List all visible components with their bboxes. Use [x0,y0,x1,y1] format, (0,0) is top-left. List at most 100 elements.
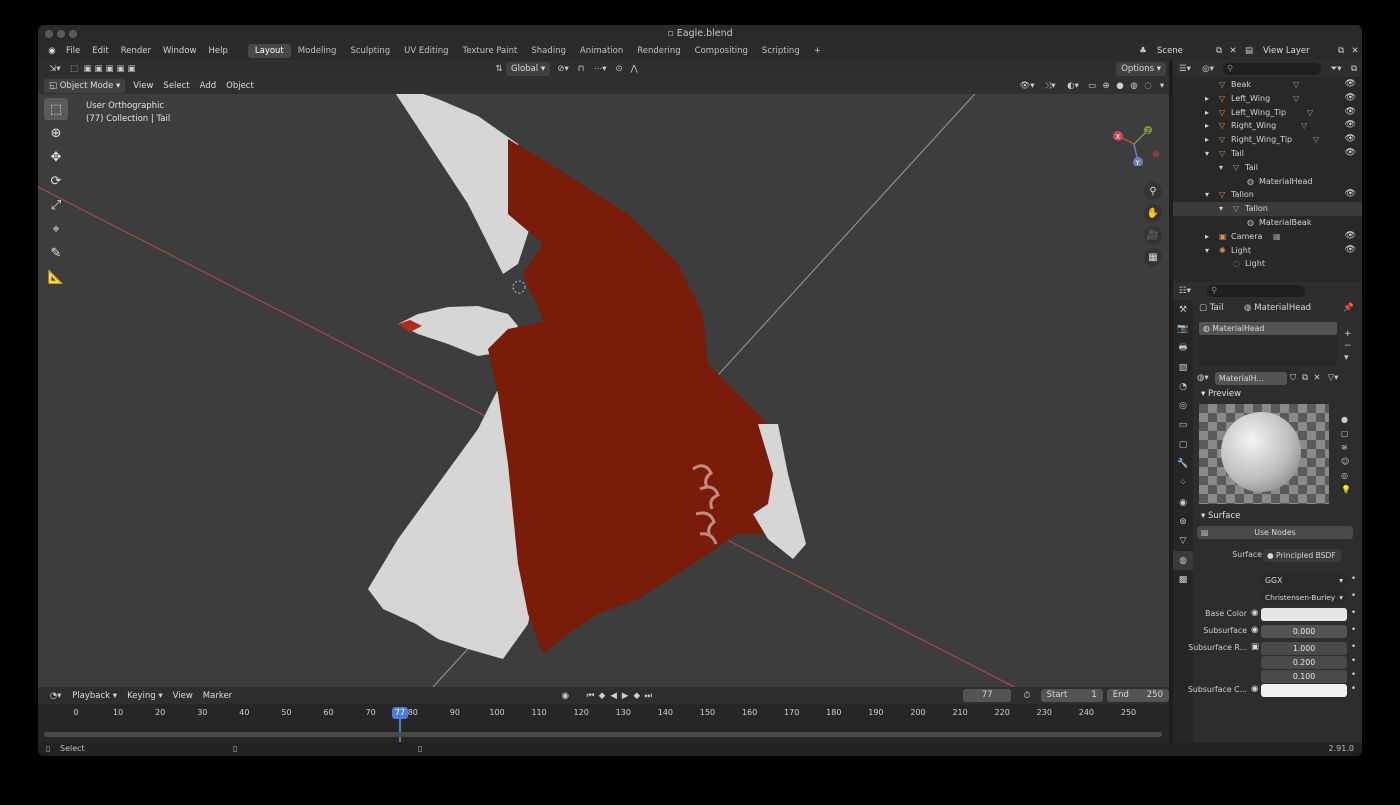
proportional-edit-icon[interactable]: ⊙ [611,64,627,74]
viewport-menu-object[interactable]: Object [221,79,259,93]
base-color-socket-icon[interactable]: ◉ [1251,608,1258,618]
preview-range-icon[interactable]: ⏱ [1017,691,1036,701]
transform-tool[interactable]: ⌖ [44,218,68,240]
expand-arrow-icon[interactable]: ▸ [1205,92,1209,106]
zoom-icon[interactable]: ⚲ [1144,182,1162,200]
preview-monkey-icon[interactable]: ☺ [1341,455,1351,469]
use-nodes-button[interactable]: ▤ Use Nodes [1197,526,1353,539]
view-layer-tab-icon[interactable]: ▨ [1173,358,1193,377]
play-icon[interactable]: ▶ [619,691,631,701]
expand-arrow-icon[interactable]: ▸ [1205,230,1209,244]
subsurface-method-dropdown[interactable]: Christensen-Burley ▾ [1261,591,1347,604]
preview-hair-icon[interactable]: ≋ [1341,441,1351,455]
start-frame-field[interactable]: Start 1 [1040,689,1103,702]
select-mode-extend-icon[interactable]: ▣ [93,64,104,74]
play-reverse-icon[interactable]: ◀ [608,691,620,701]
expand-arrow-icon[interactable]: ▸ [1205,133,1209,147]
outliner-row-left-wing[interactable]: ▸ ▽ Left_Wing ▽ 👁 [1173,92,1362,106]
playhead[interactable]: 77 [392,707,408,719]
pivot-point-icon[interactable]: ⊘▾ [553,64,573,74]
add-slot-icon[interactable]: + [1344,328,1352,340]
timeline-editor-type-icon[interactable]: ◔▾ [44,691,67,701]
transform-orientation-dropdown[interactable]: Global ▾ [506,61,551,76]
physics-tab-icon[interactable]: ◉ [1173,493,1193,512]
surface-panel-header[interactable]: ▾ Surface [1193,508,1362,524]
subsurface-socket-icon[interactable]: ◉ [1251,625,1258,635]
outliner-row-tallon-mesh[interactable]: ▾ ▽ Tallon [1173,202,1362,216]
menu-help[interactable]: Help [202,42,233,60]
world-tab-icon[interactable]: ◎ [1173,396,1193,415]
visibility-eye-icon[interactable]: 👁 [1345,133,1356,147]
outliner-row-camera[interactable]: ▸ ▣ Camera ▦ 👁 [1173,230,1362,244]
proportional-falloff-icon[interactable]: ⋀ [627,64,641,74]
annotate-tool[interactable]: ✎ [44,242,68,264]
base-color-swatch[interactable] [1261,608,1347,621]
surface-shader-field[interactable]: ● Principled BSDF [1263,549,1341,562]
material-name-field[interactable]: MaterialH... [1215,371,1287,385]
view-layer-icon[interactable]: ▤ [1240,46,1258,56]
visibility-eye-icon[interactable]: 👁 [1345,119,1356,133]
preview-sphere-icon[interactable]: ● [1341,413,1351,427]
preview-cube-icon[interactable]: ▢ [1341,427,1351,441]
visibility-eye-icon[interactable]: 👁 [1345,78,1356,92]
add-workspace-button[interactable]: + [807,44,828,58]
current-frame-field[interactable]: 77 [963,689,1012,702]
display-mode-icon[interactable]: ◎▾ [1197,64,1219,74]
modifiers-tab-icon[interactable]: 🔧 [1173,454,1193,473]
workspace-tab-layout[interactable]: Layout [247,44,291,58]
material-browse-icon[interactable]: ◍▾ [1197,373,1215,383]
shading-solid-icon[interactable]: ● [1113,81,1127,91]
workspace-tab-animation[interactable]: Animation [573,44,630,58]
cursor-tool[interactable]: ⊕ [44,122,68,144]
visibility-eye-icon[interactable]: 👁 [1345,92,1356,106]
xray-icon[interactable]: ▭ [1085,81,1099,91]
subsurface-radius-socket-icon[interactable]: ▣ [1251,642,1259,652]
navigation-gizmo[interactable]: X Y Z [1106,116,1166,166]
select-box-icon[interactable]: ⬚ [66,64,82,74]
options-dropdown[interactable]: Options ▾ [1116,61,1166,76]
scene-icon[interactable]: ♣ [1134,46,1152,56]
preview-world-icon[interactable]: ◎ [1341,469,1351,483]
workspace-tab-scripting[interactable]: Scripting [755,44,807,58]
auto-keying-icon[interactable]: ◉ [556,691,575,701]
menu-render[interactable]: Render [115,42,157,60]
end-frame-field[interactable]: End 250 [1106,689,1169,702]
outliner-row-material-beak[interactable]: ◍ MaterialBeak [1173,216,1362,230]
outliner-row-right-wing[interactable]: ▸ ▽ Right_Wing ▽ 👁 [1173,119,1362,133]
scene-close-icon[interactable]: ✕ [1226,46,1240,56]
collapse-arrow-icon[interactable]: ▾ [1205,147,1209,161]
subsurface-color-swatch[interactable] [1261,684,1347,697]
collection-tab-icon[interactable]: ▭ [1173,416,1193,435]
jump-keyframe-forward-icon[interactable]: ◆ [631,691,643,701]
visibility-eye-icon[interactable]: 👁 [1345,188,1356,202]
pin-icon[interactable]: 📌 [1343,300,1354,316]
object-tab-icon[interactable]: ▢ [1173,435,1193,454]
workspace-tab-sculpting[interactable]: Sculpting [343,44,397,58]
menu-edit[interactable]: Edit [86,42,114,60]
properties-search-input[interactable]: ⚲ [1207,284,1305,297]
preview-light-icon[interactable]: 💡 [1341,483,1351,497]
close-window-button[interactable] [45,30,53,38]
data-tab-icon[interactable]: ▽ [1173,532,1193,551]
fake-user-icon[interactable]: ⛉ [1287,373,1299,383]
particles-tab-icon[interactable]: ⁘ [1173,474,1193,493]
subsurface-field[interactable]: 0.000 [1261,625,1347,638]
timeline-menu-keying[interactable]: Keying ▾ [122,689,168,703]
outliner-row-light[interactable]: ▾ ✺ Light 👁 [1173,244,1362,258]
3d-viewport[interactable]: ⬚ ⊕ ✥ ⟳ ⤢ ⌖ ✎ 📐 User Orthographic (77) C… [38,94,1169,687]
shading-rendered-icon[interactable]: ◌ [1141,81,1155,91]
shading-wireframe-icon[interactable]: ⊕ [1099,81,1113,91]
scene-duplicate-icon[interactable]: ⧉ [1212,46,1226,56]
subsurface-color-socket-icon[interactable]: ◉ [1251,684,1258,694]
viewport-menu-add[interactable]: Add [195,79,221,93]
new-collection-icon[interactable]: ⧉ [1347,64,1361,74]
overlays-icon[interactable]: ◐▾ [1061,81,1085,91]
expand-arrow-icon[interactable]: ▸ [1205,119,1209,133]
orientation-icon[interactable]: ⇅ [492,64,506,74]
workspace-tab-uv-editing[interactable]: UV Editing [397,44,455,58]
jump-keyframe-back-icon[interactable]: ◆ [596,691,608,701]
rotate-tool[interactable]: ⟳ [44,170,68,192]
collapse-arrow-icon[interactable]: ▾ [1219,161,1223,175]
view-layer-name[interactable]: View Layer [1258,44,1334,58]
visibility-eye-icon[interactable]: 👁 [1345,244,1356,258]
